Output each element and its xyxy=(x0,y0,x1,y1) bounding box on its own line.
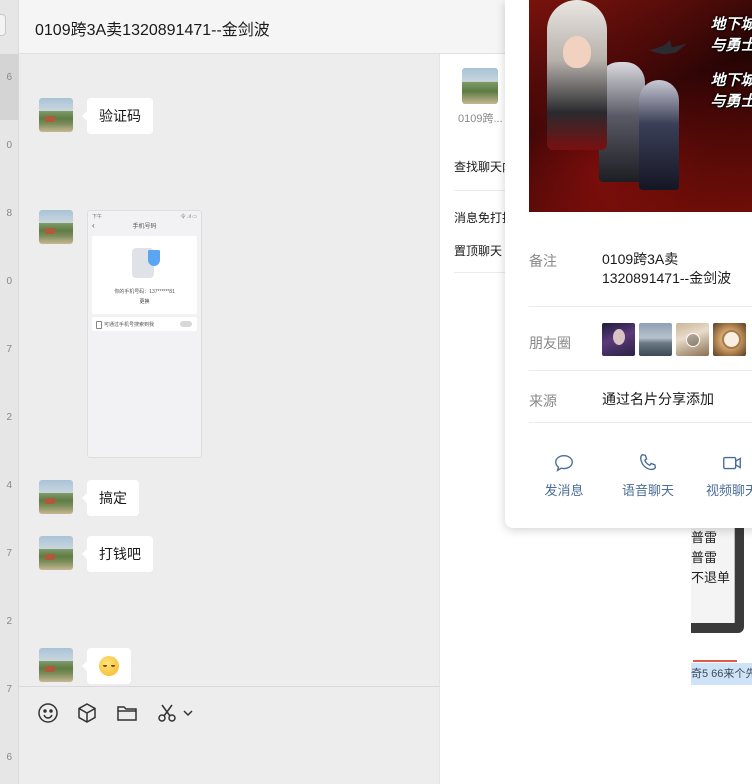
background-text: 普雷 xyxy=(691,551,718,566)
avatar[interactable] xyxy=(39,648,73,682)
message-list[interactable]: 验证码 下午 令 .ıl ▭ ‹ 手机号码 你的手机号码：137******81… xyxy=(19,54,439,686)
list-number: 7 xyxy=(6,344,12,355)
phone-icon xyxy=(639,454,657,471)
remark-value[interactable]: 0109跨3A卖 1320891471--金剑波 xyxy=(602,250,731,288)
avatar[interactable] xyxy=(39,210,73,244)
scissors-icon[interactable] xyxy=(155,701,179,725)
video-call-button[interactable]: 视频聊天 xyxy=(697,452,752,499)
list-number: 7 xyxy=(6,548,12,559)
chat-title[interactable]: 0109跨3A卖1320891471--金剑波 xyxy=(35,16,270,40)
chevron-down-icon[interactable] xyxy=(181,701,195,725)
moments-cover-image[interactable]: 地下城与勇士 地下城与勇士 xyxy=(529,0,752,212)
member-name: 0109跨... xyxy=(458,113,503,125)
moments-video-thumbnail[interactable] xyxy=(676,323,709,356)
send-message-button[interactable]: 发消息 xyxy=(529,452,599,499)
list-number: 2 xyxy=(6,412,12,423)
cover-figure xyxy=(547,0,607,150)
input-toolbar xyxy=(19,686,439,784)
remark-label: 备注 xyxy=(529,253,557,269)
list-number: 2 xyxy=(6,616,12,627)
screenshot-phone-card: 你的手机号码：137******81 更换 xyxy=(92,236,197,314)
remark-value-line: 0109跨3A卖 xyxy=(602,251,679,267)
background-text: 普雷 xyxy=(691,531,718,546)
divider xyxy=(529,306,752,307)
screenshot-title: 手机号码 xyxy=(132,224,157,230)
list-number: 6 xyxy=(6,72,12,83)
cover-face xyxy=(563,36,591,68)
send-message-label: 发消息 xyxy=(544,483,584,498)
cover-figure xyxy=(639,80,679,190)
source-value: 通过名片分享添加 xyxy=(602,391,714,407)
emoji-icon[interactable] xyxy=(36,701,60,725)
background-window: 普雷 普雷 不退单 奇5 66来个先 xyxy=(691,527,752,784)
cube-icon[interactable] xyxy=(75,701,99,725)
list-number: 0 xyxy=(6,276,12,287)
selected-chat-highlight[interactable] xyxy=(0,54,19,120)
back-icon: ‹ xyxy=(92,221,95,230)
moments-thumbnail[interactable] xyxy=(602,323,635,356)
background-text: 不退单 xyxy=(691,571,731,586)
message-bubble[interactable]: 验证码 xyxy=(82,98,153,134)
avatar[interactable] xyxy=(39,536,73,570)
contact-card-popup: 地下城与勇士 地下城与勇士 备注 0109跨3A卖 1320891471--金剑… xyxy=(505,0,752,528)
chat-list-edge: 6 0 8 0 7 2 4 7 2 7 6 xyxy=(0,0,19,784)
background-accent-line xyxy=(693,660,737,662)
chat-bubble-icon xyxy=(555,454,573,472)
image-message[interactable]: 下午 令 .ıl ▭ ‹ 手机号码 你的手机号码：137******81 更换 … xyxy=(87,210,202,458)
list-number: 4 xyxy=(6,480,12,491)
smiling-face-emoji-icon xyxy=(99,655,119,676)
wechat-window: 6 0 8 0 7 2 4 7 2 7 6 0109跨3A卖1320891471… xyxy=(0,0,752,784)
search-box-edge[interactable] xyxy=(0,14,6,36)
member-avatar[interactable] xyxy=(462,68,498,104)
game-logo: 地下城与勇士 地下城与勇士 xyxy=(704,14,752,112)
screenshot-time: 下午 xyxy=(92,214,103,220)
video-call-label: 视频聊天 xyxy=(705,483,752,498)
list-number: 0 xyxy=(6,140,12,151)
list-number: 6 xyxy=(6,752,12,763)
background-window-content: 普雷 普雷 不退单 xyxy=(691,527,735,623)
list-number: 7 xyxy=(6,684,12,695)
screenshot-nav: ‹ 手机号码 xyxy=(88,221,201,233)
avatar[interactable] xyxy=(39,480,73,514)
screenshot-phone-number: 你的手机号码：137******81 xyxy=(114,289,175,295)
moments-label: 朋友圈 xyxy=(529,335,571,351)
pin-item[interactable]: 置顶聊天 xyxy=(454,242,502,259)
divider xyxy=(529,370,752,371)
emoji-message[interactable] xyxy=(82,648,131,684)
folder-icon[interactable] xyxy=(115,701,139,725)
screenshot-toggle-row: 可通过手机号搜索到我 xyxy=(92,317,197,331)
voice-call-label: 语音聊天 xyxy=(621,483,674,498)
avatar[interactable] xyxy=(39,98,73,132)
background-highlight-text: 奇5 66来个先 xyxy=(691,663,752,685)
message-bubble[interactable]: 搞定 xyxy=(82,480,139,516)
screenshot-status-icons: 令 .ıl ▭ xyxy=(180,214,197,220)
video-icon xyxy=(723,456,741,470)
shield-icon xyxy=(148,250,160,266)
moments-thumbnail[interactable] xyxy=(639,323,672,356)
remark-value-line: 1320891471--金剑波 xyxy=(602,270,732,286)
source-label: 来源 xyxy=(529,393,557,409)
voice-call-button[interactable]: 语音聊天 xyxy=(613,452,683,499)
game-logo-text: 地下城与勇士 xyxy=(710,15,752,54)
screenshot-status-bar: 下午 令 .ıl ▭ xyxy=(88,211,201,221)
screenshot-toggle-label: 可通过手机号搜索到我 xyxy=(104,322,155,328)
message-bubble[interactable]: 打钱吧 xyxy=(82,536,153,572)
list-number: 8 xyxy=(6,208,12,219)
moments-thumbnail[interactable] xyxy=(713,323,746,356)
game-logo-text: 地下城与勇士 xyxy=(710,71,752,110)
divider xyxy=(529,422,752,423)
screenshot-change-link: 更换 xyxy=(139,299,150,305)
